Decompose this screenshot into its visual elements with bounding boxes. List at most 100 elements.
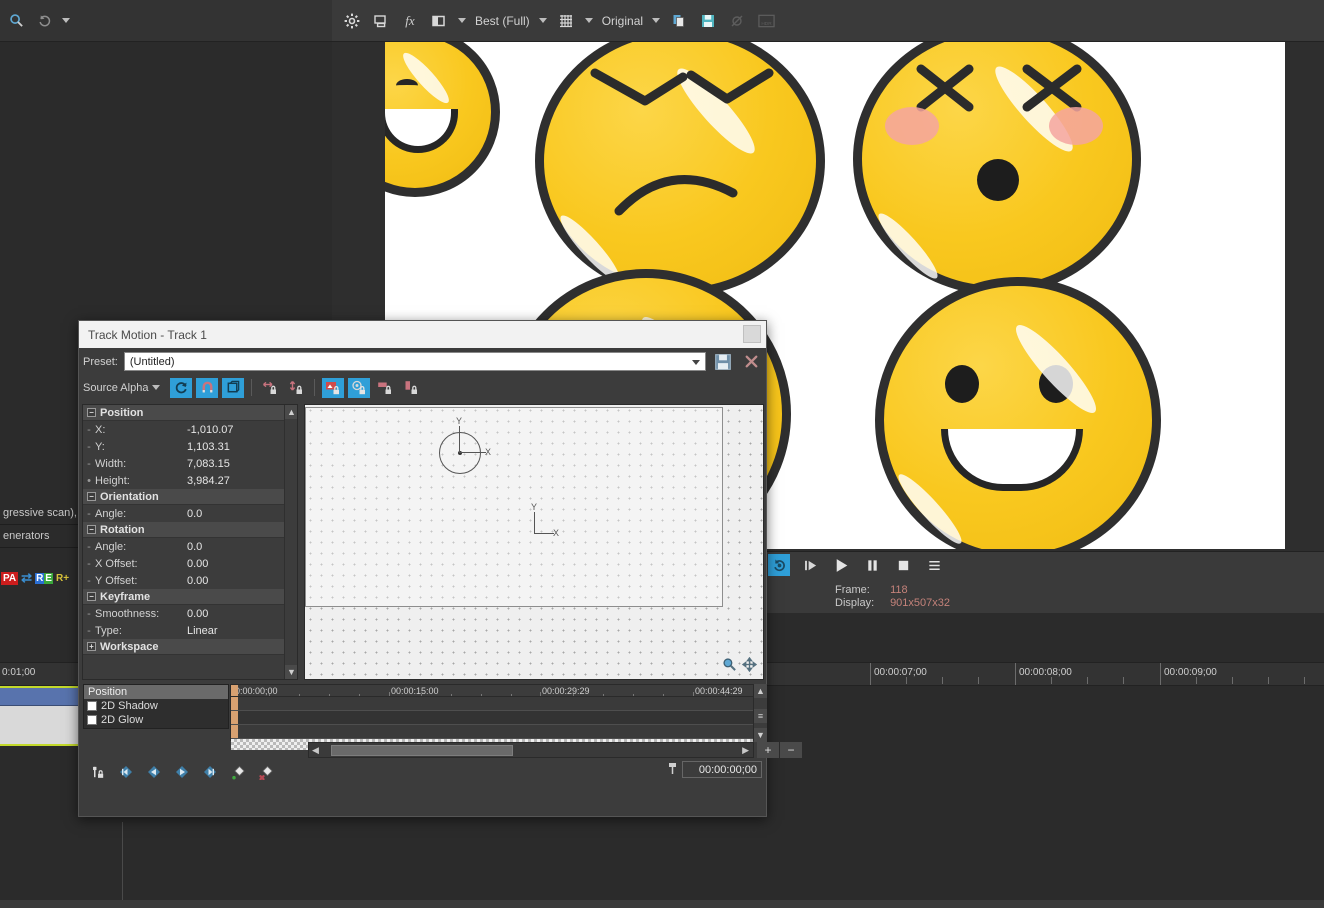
property-value[interactable]: Linear [187,625,218,637]
keyframe-row[interactable] [231,711,753,725]
property-row-type[interactable]: - Type: Linear [83,622,297,639]
next-keyframe-button[interactable] [171,762,193,782]
property-group-keyframe[interactable]: − Keyframe [83,589,297,605]
lock-aspect-x-button[interactable] [259,378,281,398]
property-value[interactable]: 3,984.27 [187,475,230,487]
scroll-down-icon[interactable]: ▼ [285,665,297,679]
play-button[interactable] [830,554,852,576]
scale-lock-x-button[interactable] [374,378,396,398]
previous-keyframe-button[interactable] [143,762,165,782]
scroll-right-icon[interactable]: ▶ [742,745,749,756]
keyframe-marker[interactable] [231,725,238,738]
property-row-x[interactable]: - X: -1,010.07 [83,421,297,438]
collapse-icon[interactable]: − [87,592,96,601]
expand-icon[interactable]: + [87,642,96,651]
pause-button[interactable] [861,554,883,576]
keyframe-row[interactable] [231,725,753,739]
property-value[interactable]: 1,103.31 [187,441,230,453]
timeline-track[interactable] [0,686,80,746]
collapse-icon[interactable]: − [87,492,96,501]
keyframe-horizontal-scrollbar[interactable]: ◀ ▶ [308,742,754,758]
undo-icon[interactable] [34,11,54,31]
property-tree-scrollbar[interactable]: ▲ ▼ [284,405,297,679]
grid-dropdown-icon[interactable] [584,18,593,23]
keyframe-list-header[interactable]: Position [84,685,228,699]
scale-lock-y-button[interactable] [400,378,422,398]
preset-select[interactable]: (Untitled) [123,352,706,371]
preview-quality-label[interactable]: Best (Full) [475,14,530,28]
property-value[interactable]: -1,010.07 [187,424,233,436]
track-header-strip[interactable] [0,686,80,706]
preview-quality-dropdown-icon[interactable] [538,18,547,23]
property-value[interactable]: 0.00 [187,608,208,620]
property-group-workspace[interactable]: + Workspace [83,639,297,655]
zoom-in-button[interactable]: + [757,742,779,758]
prevent-movement-button[interactable] [322,377,345,398]
re-plugin-icon[interactable]: RE [35,572,53,584]
keyframe-marker[interactable] [231,697,238,710]
checkbox[interactable] [87,715,97,725]
property-group-position[interactable]: − Position [83,405,297,421]
gear-icon[interactable] [342,11,362,31]
search-icon[interactable] [6,11,26,31]
split-screen-dropdown-icon[interactable] [458,18,466,23]
property-value[interactable]: 7,083.15 [187,458,230,470]
pa-plugin-icon[interactable]: PA [1,571,19,585]
keyframe-timecode-field[interactable]: 00:00:00;00 [682,761,762,778]
first-keyframe-button[interactable] [115,762,137,782]
copy-snapshot-icon[interactable] [669,11,689,31]
add-keyframe-button[interactable] [227,762,249,782]
scroll-down-icon[interactable]: ▼ [754,728,767,742]
property-row-smoothness[interactable]: - Smoothness: 0.00 [83,605,297,622]
motion-workspace-canvas[interactable]: Y X Y X [304,404,764,680]
keyframe-item-2d-glow[interactable]: 2D Glow [84,713,228,727]
dialog-resize-grip[interactable] [743,325,761,343]
undo-dropdown-icon[interactable] [62,18,70,23]
overlay-mode-dropdown-icon[interactable] [652,18,661,23]
property-group-orientation[interactable]: − Orientation [83,489,297,505]
lock-keyframes-button[interactable] [87,762,109,782]
keyframe-ruler[interactable]: 0:00:00;00 00:00:15:00 00:00:29:29 00:00… [230,684,754,697]
collapse-icon[interactable]: − [87,408,96,417]
property-row-rotation-angle[interactable]: - Angle: 0.0 [83,538,297,555]
keyframe-marker[interactable] [231,711,238,724]
collapse-icon[interactable]: − [87,525,96,534]
save-snapshot-icon[interactable] [698,11,718,31]
zoom-out-button[interactable]: − [780,742,802,758]
sync-plugin-icon[interactable]: ⇄ [21,570,32,586]
property-row-width[interactable]: - Width: 7,083.15 [83,455,297,472]
close-dialog-icon[interactable] [740,351,762,373]
reset-button[interactable] [170,377,193,398]
property-group-rotation[interactable]: − Rotation [83,522,297,538]
split-screen-icon[interactable] [429,11,449,31]
keyframe-row[interactable] [231,697,753,711]
project-video-properties-icon[interactable] [371,11,391,31]
lock-aspect-y-button[interactable] [285,378,307,398]
pan-icon[interactable] [741,656,758,675]
grid-icon[interactable] [556,11,576,31]
scroll-thumb[interactable] [331,745,513,756]
property-value[interactable]: 0.00 [187,575,208,587]
rplus-plugin-icon[interactable]: R+ [56,573,69,584]
loop-playback-button[interactable] [768,554,790,576]
property-value[interactable]: 0.00 [187,558,208,570]
scroll-left-icon[interactable]: ◀ [309,745,319,756]
overlay-mode-label[interactable]: Original [602,14,643,28]
keyframe-playhead[interactable] [231,685,238,696]
property-value[interactable]: 0.0 [187,541,202,553]
keyframe-item-2d-shadow[interactable]: 2D Shadow [84,699,228,713]
track-content-strip[interactable] [0,706,80,746]
scroll-thumb[interactable]: ≡ [754,709,767,723]
property-value[interactable]: 0.0 [187,508,202,520]
checkbox[interactable] [87,701,97,711]
play-from-start-button[interactable] [799,554,821,576]
enable-3d-button[interactable] [222,377,245,398]
property-row-x-offset[interactable]: - X Offset: 0.00 [83,555,297,572]
delete-keyframe-button[interactable] [255,762,277,782]
fx-icon[interactable]: fx [400,11,420,31]
property-row-y-offset[interactable]: - Y Offset: 0.00 [83,572,297,589]
property-row-height[interactable]: • Height: 3,984.27 [83,472,297,489]
property-row-orientation-angle[interactable]: - Angle: 0.0 [83,505,297,522]
more-options-button[interactable] [923,554,945,576]
source-alpha-dropdown[interactable]: Source Alpha [83,382,161,394]
